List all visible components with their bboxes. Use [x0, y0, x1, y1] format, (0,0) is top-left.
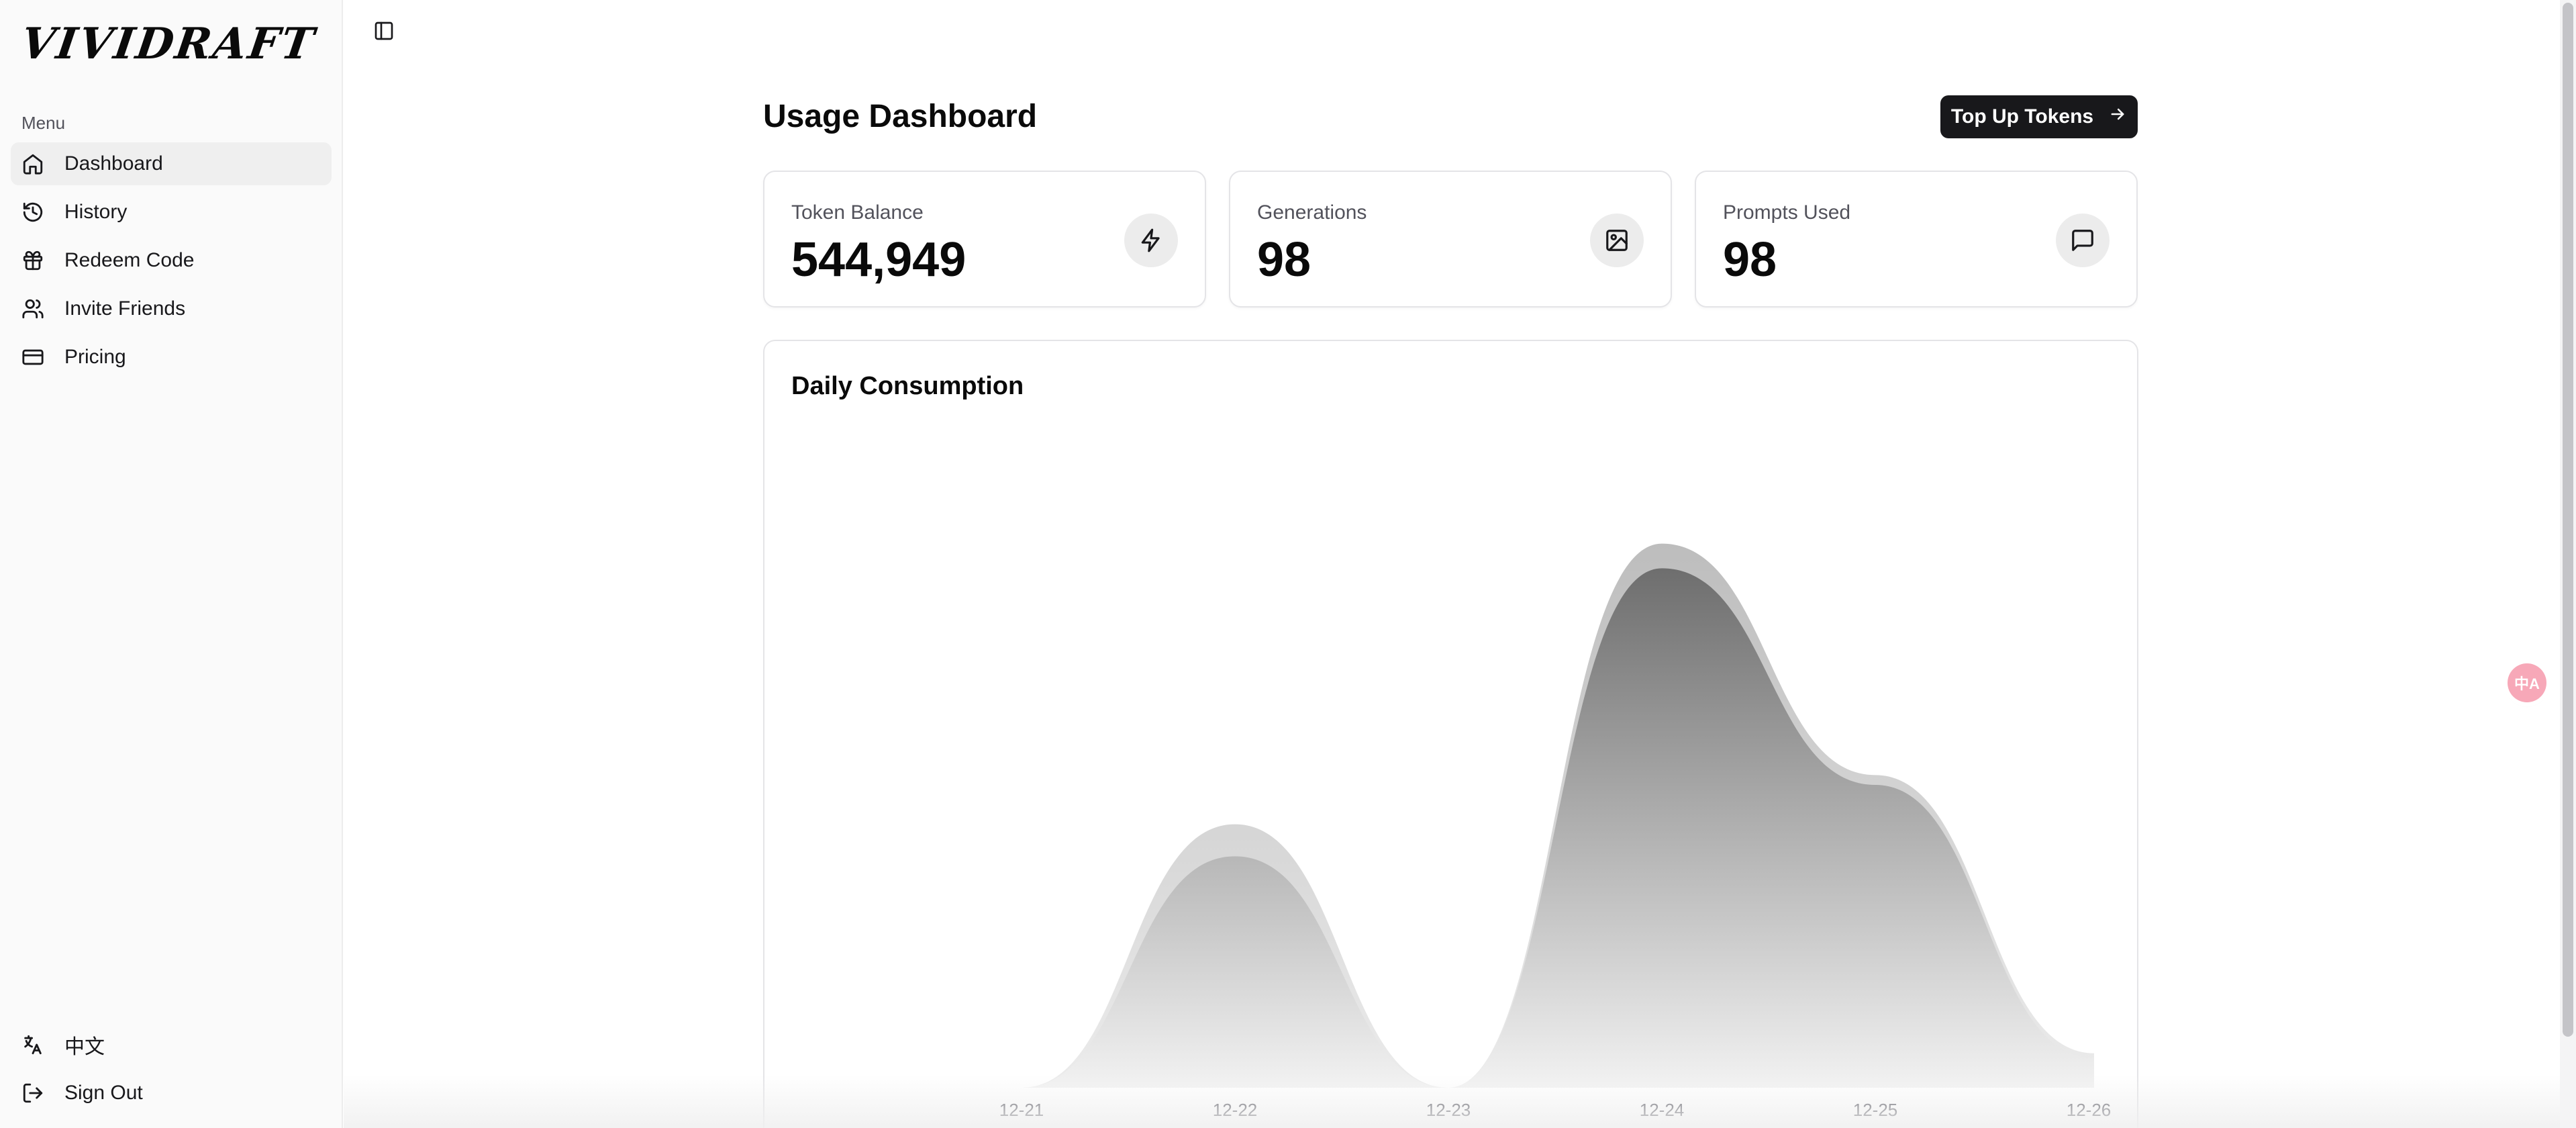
users-icon: [21, 297, 44, 320]
panel-left-icon: [373, 20, 395, 45]
app-root: VIVIDRAFT Menu Dashboard History Redeem …: [0, 0, 2576, 1128]
gift-icon: [21, 249, 44, 272]
sidebar-item-invite-friends[interactable]: Invite Friends: [11, 287, 332, 330]
daily-consumption-chart: 12-21 12-22 12-23 12-24 12-25 12-26: [999, 543, 2112, 1120]
sidebar-toggle-button[interactable]: [372, 20, 396, 44]
language-label: 中文: [64, 1036, 105, 1058]
zap-icon: [1124, 214, 1178, 267]
stat-label: Generations: [1257, 201, 1367, 224]
page-title: Usage Dashboard: [763, 99, 1038, 134]
translate-button[interactable]: 中A: [2508, 663, 2546, 702]
arrow-right-icon: [2108, 105, 2127, 129]
sidebar-item-redeem-code[interactable]: Redeem Code: [11, 239, 332, 282]
x-tick-label: 12-21: [999, 1100, 1044, 1120]
sidebar-item-history[interactable]: History: [11, 191, 332, 234]
sidebar-item-dashboard[interactable]: Dashboard: [11, 142, 332, 185]
daily-consumption-card: Daily Consumption 12-21 12-22 12-23 12-24 12…: [763, 340, 2138, 1128]
x-tick-label: 12-26: [2067, 1100, 2112, 1120]
top-up-tokens-button[interactable]: Top Up Tokens: [1940, 95, 2138, 138]
message-square-icon: [2056, 214, 2110, 267]
sidebar-nav: Dashboard History Redeem Code Invite Fri…: [11, 142, 332, 384]
menu-section-label: Menu: [21, 113, 66, 133]
stat-value: 544,949: [791, 233, 967, 287]
stat-value: 98: [1723, 233, 1777, 287]
stat-label: Token Balance: [791, 201, 924, 224]
x-tick-label: 12-25: [1853, 1100, 1898, 1120]
stat-card-token-balance: Token Balance 544,949: [763, 171, 1206, 308]
sidebar-bottom-nav: 中文 Sign Out: [11, 1023, 332, 1120]
top-up-label: Top Up Tokens: [1950, 105, 2094, 128]
sidebar-item-pricing[interactable]: Pricing: [11, 336, 332, 379]
x-tick-label: 12-22: [1213, 1100, 1258, 1120]
sidebar-item-label: Invite Friends: [64, 297, 186, 320]
x-tick-label: 12-24: [1640, 1100, 1685, 1120]
history-icon: [21, 201, 44, 224]
sign-out-button[interactable]: Sign Out: [11, 1072, 332, 1115]
language-icon: [21, 1033, 44, 1056]
stat-card-generations: Generations 98: [1229, 171, 1672, 308]
brand-logo[interactable]: VIVIDRAFT: [18, 19, 319, 69]
stat-label: Prompts Used: [1723, 201, 1851, 224]
home-icon: [21, 152, 44, 175]
credit-card-icon: [21, 346, 44, 369]
sign-out-icon: [21, 1082, 44, 1104]
series-area-1: [1022, 568, 2094, 1088]
stat-card-prompts-used: Prompts Used 98: [1695, 171, 2138, 308]
image-icon: [1590, 214, 1644, 267]
x-tick-label: 12-23: [1426, 1100, 1471, 1120]
scrollbar-thumb[interactable]: [2563, 3, 2573, 1037]
language-switch[interactable]: 中文: [11, 1023, 332, 1066]
translate-glyph: 中A: [2514, 675, 2540, 692]
sidebar-item-label: Redeem Code: [64, 249, 195, 271]
sidebar-item-label: Dashboard: [64, 152, 163, 175]
sidebar-item-label: Pricing: [64, 346, 126, 368]
sign-out-label: Sign Out: [64, 1082, 143, 1104]
sidebar-item-label: History: [64, 201, 128, 223]
stat-value: 98: [1257, 233, 1311, 287]
sidebar: VIVIDRAFT Menu Dashboard History Redeem …: [0, 0, 343, 1128]
